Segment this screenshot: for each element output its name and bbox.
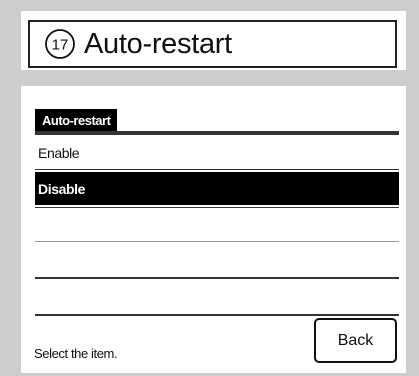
section-label: Auto-restart: [35, 109, 118, 131]
option-enable[interactable]: Enable: [35, 137, 399, 168]
step-number-badge: 17: [44, 28, 76, 60]
status-message: Select the item.: [34, 346, 118, 361]
circle-number-icon: 17: [45, 29, 75, 59]
title-bar: 17 Auto-restart: [28, 20, 397, 68]
back-button-label: Back: [337, 331, 374, 349]
list-bottom-rule: [35, 314, 399, 316]
section-rule: [35, 131, 399, 135]
header-divider: [21, 70, 406, 86]
step-number: 17: [52, 37, 69, 54]
option-disable[interactable]: Disable: [35, 172, 399, 205]
option-disable-label: Disable: [38, 180, 85, 197]
settings-screen: 17 Auto-restart Auto-restart Enable Disa…: [21, 11, 406, 373]
empty-list-row[interactable]: [35, 279, 399, 313]
option-enable-label: Enable: [38, 144, 80, 161]
row-divider: [35, 169, 399, 170]
page-title: Auto-restart: [84, 27, 232, 60]
empty-list-row[interactable]: [35, 208, 399, 242]
back-button[interactable]: Back: [314, 318, 397, 363]
empty-list-row[interactable]: [35, 242, 399, 276]
